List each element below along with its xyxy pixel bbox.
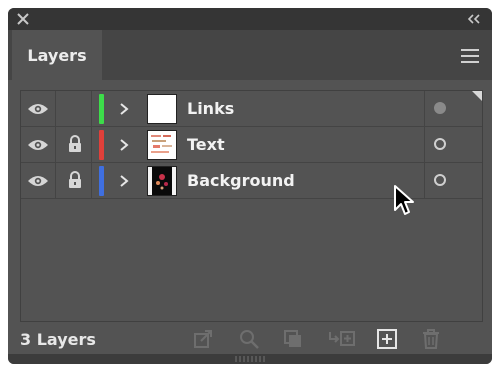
chevron-right-icon[interactable] <box>119 102 129 116</box>
move-to-layer-icon[interactable] <box>328 328 356 350</box>
mouse-pointer-icon <box>394 185 414 215</box>
panel-resize-grip[interactable] <box>8 354 492 364</box>
layer-name[interactable]: Text <box>187 127 225 163</box>
panel-titlebar <box>8 8 492 30</box>
grip-dots-icon <box>235 356 265 362</box>
lock-icon[interactable] <box>67 171 83 189</box>
close-icon[interactable] <box>16 12 30 26</box>
chevron-right-icon[interactable] <box>119 138 129 152</box>
export-icon[interactable] <box>192 328 214 350</box>
double-chevron-left-icon[interactable] <box>466 13 482 25</box>
text-thumbnail-art <box>148 131 176 159</box>
layer-target-circle[interactable] <box>434 174 446 186</box>
layer-name[interactable]: Links <box>187 91 234 127</box>
tab-layers-label: Layers <box>27 45 87 65</box>
trash-icon[interactable] <box>420 328 442 350</box>
layer-color-swatch <box>99 166 104 196</box>
layer-color-swatch <box>99 94 104 124</box>
layer-thumbnail <box>147 130 177 160</box>
tab-bar: Layers <box>8 30 492 80</box>
layer-target-circle[interactable] <box>434 138 446 150</box>
background-thumbnail-art <box>148 167 176 195</box>
layer-row-text[interactable]: Text <box>21 127 482 163</box>
tab-layers[interactable]: Layers <box>12 30 102 80</box>
layer-name[interactable]: Background <box>187 163 295 199</box>
eye-icon[interactable] <box>27 174 49 188</box>
eye-icon[interactable] <box>27 138 49 152</box>
eye-icon[interactable] <box>27 102 49 116</box>
search-icon[interactable] <box>238 328 260 350</box>
clip-icon[interactable] <box>282 328 304 350</box>
layer-row-links[interactable]: Links <box>21 91 482 127</box>
layers-panel: Layers Links Text Background 3 Layers <box>8 8 492 364</box>
layer-color-swatch <box>99 130 104 160</box>
layer-target-circle[interactable] <box>434 102 446 114</box>
add-layer-icon[interactable] <box>376 328 398 350</box>
hamburger-menu-icon[interactable] <box>460 48 480 64</box>
chevron-right-icon[interactable] <box>119 174 129 188</box>
layer-thumbnail <box>147 94 177 124</box>
lock-icon[interactable] <box>67 135 83 153</box>
layer-count: 3 Layers <box>20 330 96 349</box>
layer-thumbnail <box>147 166 177 196</box>
panel-footer: 3 Layers <box>8 318 492 364</box>
